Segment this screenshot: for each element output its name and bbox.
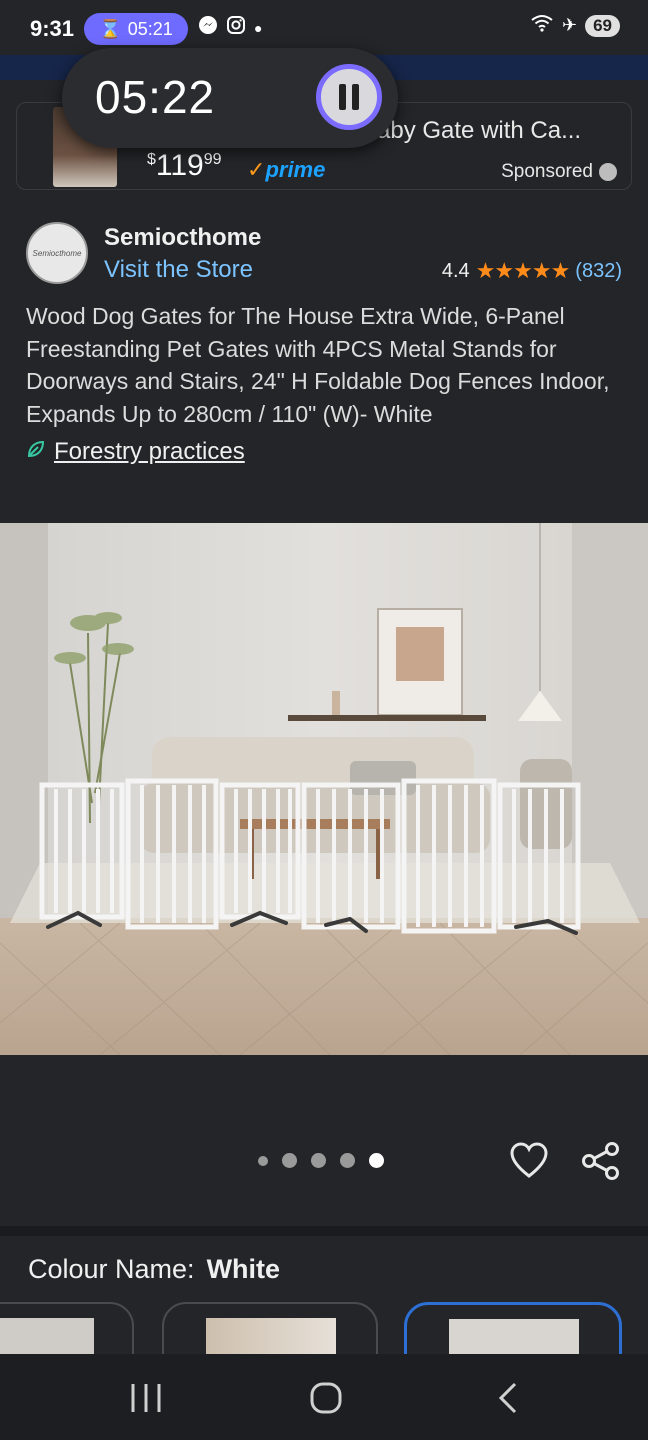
rating-count: (832) (575, 259, 622, 282)
carousel-dot[interactable] (311, 1153, 326, 1168)
prime-badge: ✓prime (247, 157, 325, 183)
prime-check-icon: ✓ (247, 157, 266, 182)
more-notifications-dot-icon: ● (254, 20, 263, 36)
heart-icon (510, 1142, 548, 1178)
visit-store-link[interactable]: Visit the Store (104, 256, 253, 284)
battery-indicator: 69 (585, 14, 620, 37)
rating-value: 4.4 (441, 259, 470, 282)
carousel-dot[interactable] (282, 1153, 297, 1168)
brand-logo-text: Semiocthome (32, 248, 82, 258)
price-whole: 119 (155, 149, 204, 182)
pause-icon-bar (352, 84, 359, 110)
info-icon (599, 163, 617, 181)
carousel-dots[interactable] (258, 1153, 384, 1168)
timer-chip[interactable]: ⌛ 05:21 (84, 13, 188, 45)
rating-summary[interactable]: 4.4 ★★★★★ (832) (442, 258, 622, 284)
airplane-icon: ✈ (561, 15, 578, 35)
carousel-dot[interactable] (258, 1155, 268, 1166)
hourglass-icon: ⌛ (99, 18, 122, 39)
floating-timer-time: 05:22 (95, 71, 216, 123)
carousel-dot-active[interactable] (369, 1153, 384, 1168)
product-photo (0, 523, 648, 1055)
forestry-practices-link[interactable]: Forestry practices (54, 438, 245, 466)
notification-icons: ● (198, 15, 262, 41)
colour-selection-label: Colour Name: White (28, 1254, 280, 1285)
share-button[interactable] (580, 1140, 622, 1182)
price-fraction: 99 (203, 151, 222, 168)
back-button[interactable] (478, 1378, 538, 1418)
status-right: ✈ 69 (530, 14, 620, 37)
share-icon (582, 1142, 619, 1180)
sponsored-price: $11999 (147, 149, 222, 183)
recent-apps-button[interactable] (116, 1378, 176, 1418)
product-title: Wood Dog Gates for The House Extra Wide,… (26, 303, 610, 427)
brand-logo[interactable]: Semiocthome (26, 222, 88, 284)
messenger-icon (198, 15, 218, 41)
back-icon (498, 1382, 517, 1414)
sponsored-product-title: aby Gate with Ca... (377, 117, 582, 144)
carousel-dot[interactable] (340, 1153, 355, 1168)
brand-name: Semiocthome (104, 224, 262, 251)
product-image[interactable] (0, 523, 648, 1055)
home-button[interactable] (296, 1378, 356, 1418)
star-rating-icon: ★★★★★ (475, 258, 571, 283)
currency-symbol: $ (147, 151, 156, 168)
status-time: 9:31 (30, 16, 75, 41)
add-to-list-button[interactable] (508, 1140, 550, 1182)
timer-chip-text: 05:21 (127, 18, 173, 39)
leaf-icon (26, 439, 46, 465)
wifi-icon (530, 14, 554, 37)
instagram-icon (226, 15, 246, 41)
sponsored-label[interactable]: Sponsored (501, 161, 617, 183)
section-divider (0, 1226, 648, 1236)
colour-label: Colour Name: (28, 1254, 195, 1284)
colour-value: White (206, 1254, 281, 1284)
home-icon (310, 1382, 342, 1414)
recent-apps-icon (131, 1384, 161, 1412)
prime-text: prime (265, 157, 326, 182)
sponsored-label-text: Sponsored (501, 161, 593, 182)
pause-button[interactable] (316, 64, 382, 130)
pause-icon (339, 84, 346, 110)
system-navigation-bar (0, 1354, 648, 1440)
floating-timer[interactable]: 05:22 (62, 48, 398, 148)
forestry-practices[interactable]: Forestry practices (26, 438, 245, 466)
